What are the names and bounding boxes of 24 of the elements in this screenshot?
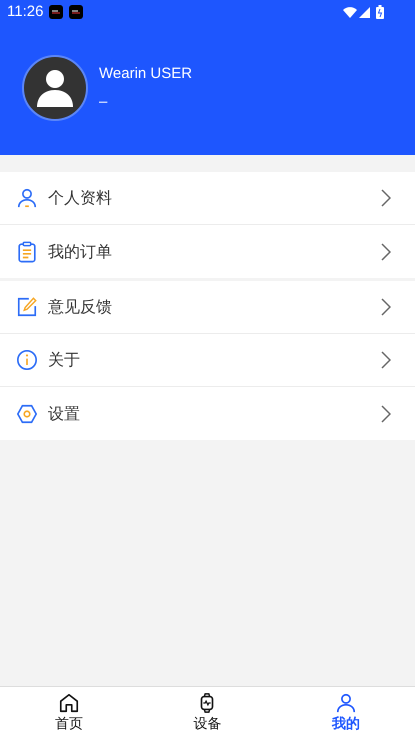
info-icon	[16, 349, 38, 371]
clipboard-icon	[16, 240, 38, 262]
person-icon	[16, 187, 38, 209]
chevron-right-icon	[381, 351, 391, 369]
chevron-right-icon	[381, 242, 391, 260]
battery-icon	[376, 5, 384, 19]
nav-tab[interactable]: 我的	[276, 687, 415, 738]
chevron-right-icon	[381, 404, 391, 422]
home-icon	[58, 692, 80, 714]
signal-icon	[359, 6, 370, 18]
edit-icon	[16, 296, 38, 318]
wifi-icon	[343, 6, 357, 18]
chevron-right-icon	[381, 298, 391, 316]
nav-tab[interactable]: 首页	[0, 687, 138, 738]
nav-tab[interactable]: 设备	[138, 687, 277, 738]
app-notification-icon	[49, 5, 64, 19]
chevron-right-icon	[381, 189, 391, 207]
avatar-icon[interactable]	[22, 55, 88, 121]
person-icon	[334, 692, 357, 714]
user-name: Wearin USER	[99, 64, 192, 84]
status-time: 11:26	[7, 2, 44, 22]
app-notification-icon	[69, 5, 84, 19]
user-subtitle: –	[99, 92, 108, 112]
settings-icon	[16, 402, 38, 424]
